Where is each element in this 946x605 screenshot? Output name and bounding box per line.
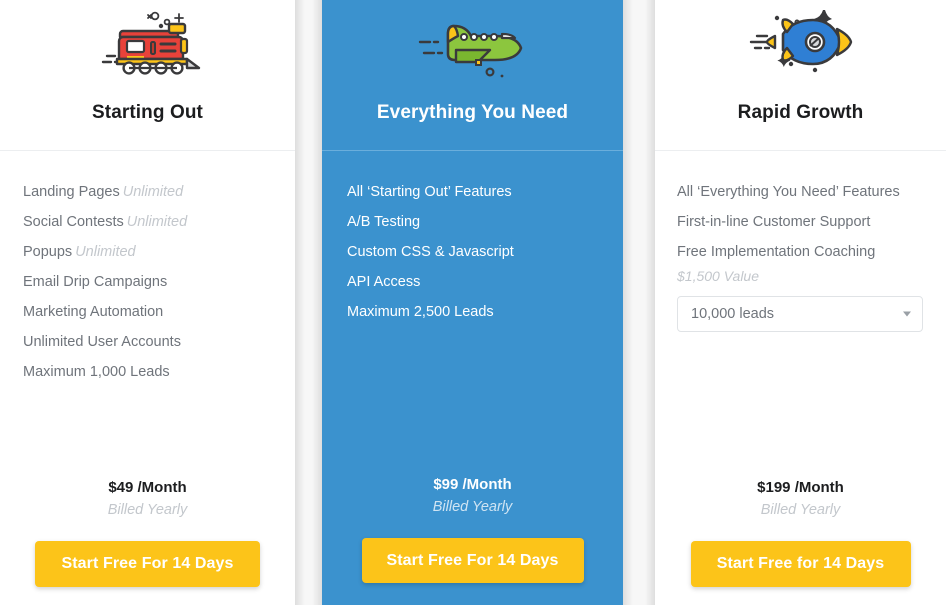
list-item: API Access bbox=[347, 267, 623, 297]
feature-label: All ‘Starting Out’ Features bbox=[347, 184, 512, 200]
plan-price: $99 /Month bbox=[433, 476, 511, 493]
feature-value: Unlimited bbox=[126, 214, 188, 230]
feature-value: Unlimited bbox=[75, 244, 136, 260]
list-item: Maximum 1,000 Leads bbox=[23, 357, 295, 387]
list-item: All ‘Everything You Need’ Features bbox=[677, 177, 946, 207]
airplane-icon bbox=[414, 4, 532, 80]
feature-label: Custom CSS & Javascript bbox=[347, 244, 514, 260]
feature-label: API Access bbox=[347, 274, 421, 290]
feature-label: Popups bbox=[23, 244, 73, 260]
plan-title: Starting Out bbox=[92, 102, 203, 123]
plan-footer: $99 /Month Billed Yearly Start Free For … bbox=[322, 476, 623, 605]
list-item: All ‘Starting Out’ Features bbox=[347, 177, 623, 207]
feature-list: All ‘Starting Out’ Features A/B Testing … bbox=[322, 151, 623, 327]
plan-header: Starting Out bbox=[0, 0, 295, 151]
price-period: /Month bbox=[462, 476, 512, 493]
price-period: /Month bbox=[794, 479, 844, 496]
price-amount: $199 bbox=[757, 479, 791, 496]
list-item: Landing Pages Unlimited bbox=[23, 177, 295, 207]
feature-label: Email Drip Campaigns bbox=[23, 274, 168, 290]
pricing-table: Starting Out Landing Pages Unlimited Soci… bbox=[0, 0, 946, 605]
rocket-icon bbox=[745, 4, 857, 80]
pricing-plan-starting-out: Starting Out Landing Pages Unlimited Soci… bbox=[0, 0, 305, 605]
start-trial-button[interactable]: Start Free for 14 Days bbox=[690, 541, 911, 587]
list-item: Maximum 2,500 Leads bbox=[347, 297, 623, 327]
plan-title: Rapid Growth bbox=[737, 102, 864, 123]
feature-label: Landing Pages bbox=[23, 184, 120, 200]
plan-price: $49 /Month bbox=[108, 479, 186, 496]
lead-volume-select-wrapper: 10,000 leads bbox=[677, 296, 923, 332]
plan-footer: $199 /Month Billed Yearly Start Free for… bbox=[655, 479, 946, 605]
start-trial-button[interactable]: Start Free For 14 Days bbox=[361, 538, 584, 583]
price-amount: $49 bbox=[108, 479, 134, 496]
feature-label: Social Contests bbox=[23, 214, 124, 230]
price-amount: $99 bbox=[433, 476, 459, 493]
feature-list: All ‘Everything You Need’ Features First… bbox=[655, 151, 946, 287]
feature-label: Unlimited User Accounts bbox=[23, 334, 181, 350]
feature-label: Maximum 2,500 Leads bbox=[347, 304, 494, 320]
feature-label: Free Implementation Coaching bbox=[677, 244, 876, 260]
start-trial-button[interactable]: Start Free For 14 Days bbox=[35, 541, 260, 587]
list-item: Email Drip Campaigns bbox=[23, 267, 295, 297]
train-icon bbox=[93, 4, 203, 80]
plan-header: Rapid Growth bbox=[655, 0, 946, 151]
feature-sub-note: $1,500 Value bbox=[677, 268, 759, 284]
list-item: Social Contests Unlimited bbox=[23, 207, 295, 237]
list-item: A/B Testing bbox=[347, 207, 623, 237]
plan-title: Everything You Need bbox=[376, 102, 569, 123]
feature-label: A/B Testing bbox=[347, 214, 421, 230]
billing-note: Billed Yearly bbox=[107, 502, 188, 518]
feature-label: First-in-line Customer Support bbox=[677, 214, 871, 230]
billing-note: Billed Yearly bbox=[432, 499, 513, 515]
lead-volume-select[interactable]: 10,000 leads bbox=[677, 296, 923, 332]
pricing-plan-rapid-growth: Rapid Growth All ‘Everything You Need’ F… bbox=[645, 0, 946, 605]
price-period: /Month bbox=[137, 479, 187, 496]
feature-label: All ‘Everything You Need’ Features bbox=[677, 184, 900, 200]
feature-list: Landing Pages Unlimited Social Contests Un… bbox=[0, 151, 295, 387]
plan-header: Everything You Need bbox=[322, 0, 623, 151]
list-item: First-in-line Customer Support bbox=[677, 207, 946, 237]
list-item: Custom CSS & Javascript bbox=[347, 237, 623, 267]
list-item: Free Implementation Coaching $1,500 Valu… bbox=[677, 237, 946, 287]
pricing-plan-everything-you-need: Everything You Need All ‘Starting Out’ F… bbox=[312, 0, 633, 605]
plan-footer: $49 /Month Billed Yearly Start Free For … bbox=[0, 479, 295, 605]
billing-note: Billed Yearly bbox=[760, 502, 841, 518]
feature-value: Unlimited bbox=[122, 184, 184, 200]
list-item: Popups Unlimited bbox=[23, 237, 295, 267]
list-item: Marketing Automation bbox=[23, 297, 295, 327]
feature-label: Marketing Automation bbox=[23, 304, 164, 320]
plan-price: $199 /Month bbox=[757, 479, 844, 496]
feature-label: Maximum 1,000 Leads bbox=[23, 364, 170, 380]
list-item: Unlimited User Accounts bbox=[23, 327, 295, 357]
